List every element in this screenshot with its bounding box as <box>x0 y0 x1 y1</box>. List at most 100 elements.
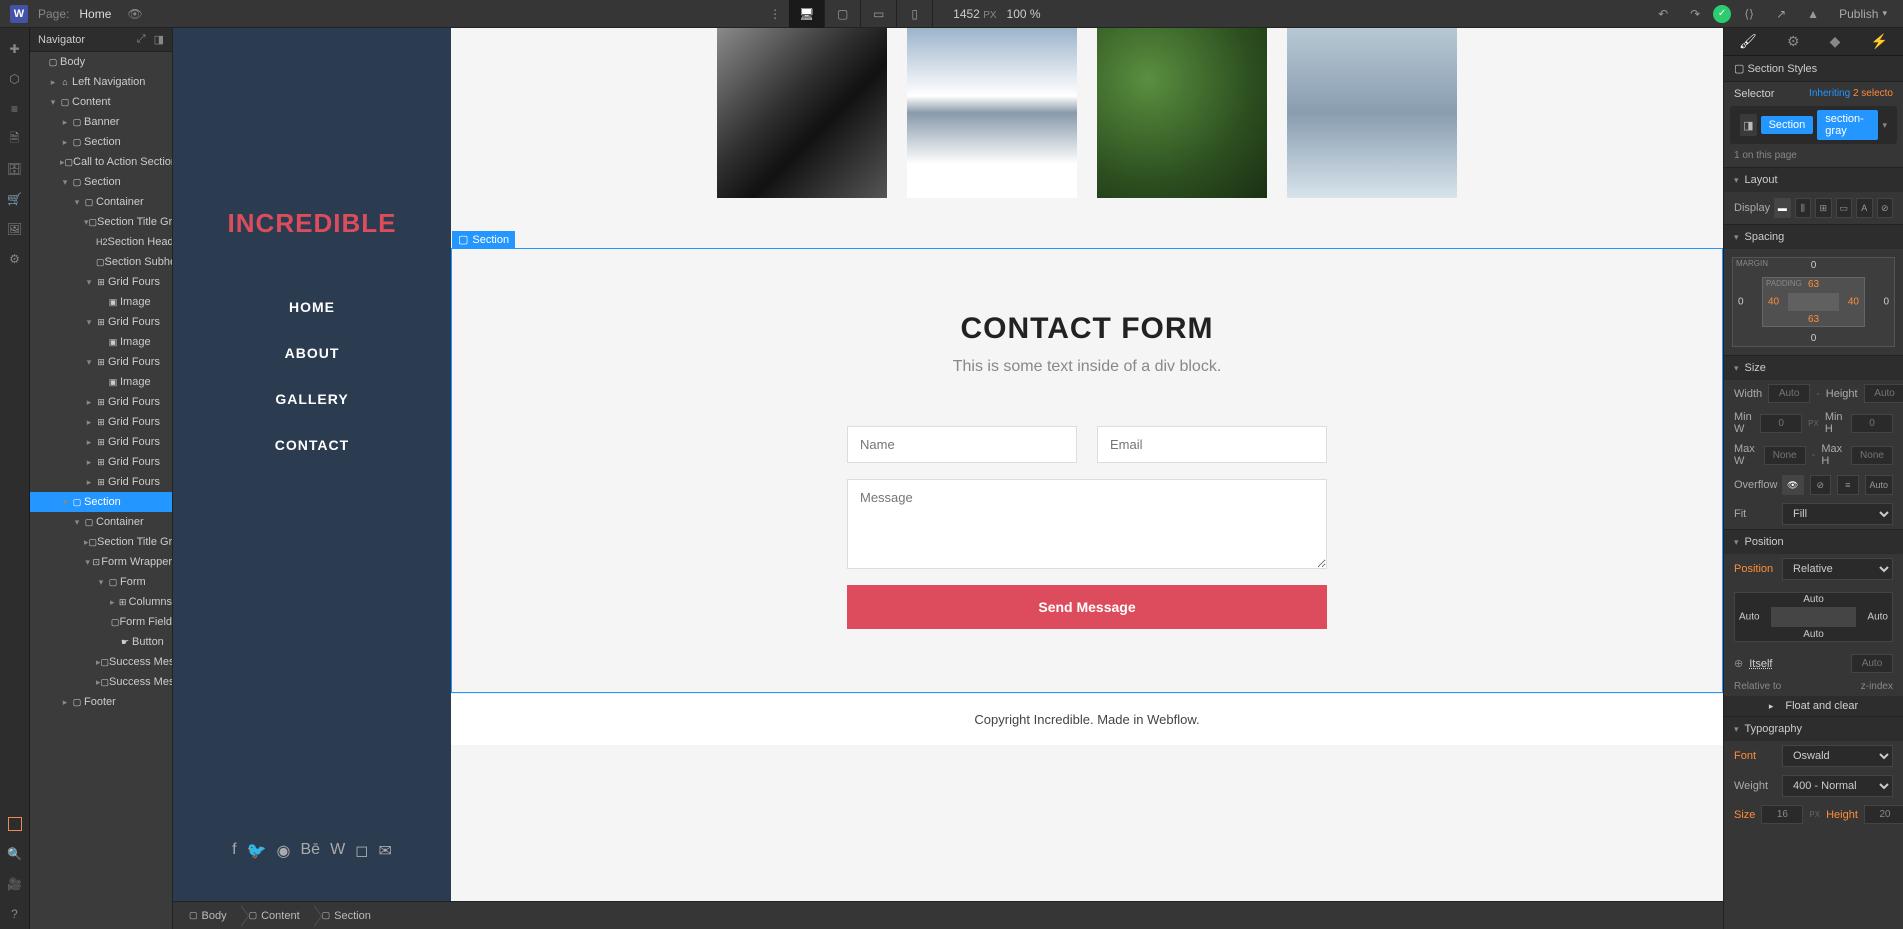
size-accordion[interactable]: Size <box>1724 355 1903 380</box>
behance-icon[interactable]: Bē <box>300 841 320 861</box>
style-manager-tab-icon[interactable]: ◆ <box>1830 33 1841 50</box>
email-icon[interactable]: ✉ <box>378 841 391 861</box>
display-none-icon[interactable]: ⊘ <box>1877 198 1893 218</box>
overflow-visible-icon[interactable]: 👁 <box>1782 475 1804 495</box>
maxw-input[interactable] <box>1764 446 1806 465</box>
display-block-icon[interactable]: ▬ <box>1774 198 1790 218</box>
nav-tree-item[interactable]: ▸⊞ Grid Fours <box>30 432 172 452</box>
device-tablet-icon[interactable]: ▢ <box>825 0 861 28</box>
add-element-icon[interactable]: ✚ <box>0 34 30 64</box>
fontsize-input[interactable] <box>1761 805 1803 824</box>
overflow-hidden-icon[interactable]: ⊘ <box>1810 475 1832 495</box>
nav-tree-item[interactable]: ▸⊞ Columns <box>30 592 172 612</box>
navigator-tree[interactable]: ▢ Body▸⌂ Left Navigation▾▢ Content▸▢ Ban… <box>30 52 172 929</box>
maxh-input[interactable] <box>1851 446 1893 465</box>
collapse-icon[interactable]: ⤢ <box>137 33 146 46</box>
nav-tree-item[interactable]: ▸⊞ Grid Fours <box>30 472 172 492</box>
site-logo[interactable]: INCREDIBLE <box>228 208 397 239</box>
nav-tree-item[interactable]: ▸▢ Success Messag <box>30 652 172 672</box>
display-inline-icon[interactable]: A <box>1856 198 1872 218</box>
nav-tree-item[interactable]: ▸▢ Call to Action Section <box>30 152 172 172</box>
inheriting-label[interactable]: Inheriting 2 selecto <box>1809 88 1893 100</box>
height-input[interactable] <box>1864 384 1903 403</box>
redo-icon[interactable]: ↷ <box>1681 0 1709 28</box>
symbols-icon[interactable]: ⬡ <box>0 64 30 94</box>
nav-tree-item[interactable]: ☛ Button <box>30 632 172 652</box>
more-icon[interactable]: ⋮ <box>761 0 789 28</box>
display-grid-icon[interactable]: ⊞ <box>1815 198 1831 218</box>
typography-accordion[interactable]: Typography <box>1724 716 1903 741</box>
nav-tree-item[interactable]: ▸⌂ Left Navigation <box>30 72 172 92</box>
webflow-logo-icon[interactable]: W <box>10 5 28 23</box>
device-mobile-icon[interactable]: ▯ <box>897 0 933 28</box>
nav-tree-item[interactable]: ▣ Image <box>30 332 172 352</box>
undo-icon[interactable]: ↶ <box>1649 0 1677 28</box>
nav-tree-item[interactable]: ▾▢ Section Title Group <box>30 212 172 232</box>
spacing-editor[interactable]: MARGIN PADDING 0 0 0 0 63 63 40 40 <box>1732 257 1895 347</box>
audit-icon[interactable]: ▲ <box>1799 0 1827 28</box>
chevron-down-icon[interactable]: ▾ <box>1882 120 1887 131</box>
gallery-image[interactable] <box>1097 28 1267 198</box>
webflow-icon[interactable]: W <box>330 841 345 861</box>
device-tablet-landscape-icon[interactable]: ▭ <box>861 0 897 28</box>
nav-tree-item[interactable]: ▸▢ Success Messag <box>30 672 172 692</box>
nav-tree-item[interactable]: ▢ Body <box>30 52 172 72</box>
navigator-icon[interactable]: ≡ <box>0 94 30 124</box>
device-desktop-icon[interactable]: 🖥 <box>789 0 825 28</box>
dribbble-icon[interactable]: ◉ <box>277 841 291 861</box>
gallery-image[interactable] <box>907 28 1077 198</box>
site-menu-item[interactable]: GALLERY <box>275 391 348 407</box>
width-input[interactable] <box>1768 384 1810 403</box>
publish-button[interactable]: Publish ▾ <box>1831 7 1895 21</box>
nav-tree-item[interactable]: ▣ Image <box>30 292 172 312</box>
email-input[interactable] <box>1097 426 1327 463</box>
font-select[interactable]: Oswald <box>1782 745 1893 767</box>
spacing-accordion[interactable]: Spacing <box>1724 224 1903 249</box>
send-message-button[interactable]: Send Message <box>847 585 1327 629</box>
site-menu-item[interactable]: HOME <box>289 299 335 315</box>
nav-tree-item[interactable]: ▾▢ Section <box>30 172 172 192</box>
settings-icon[interactable]: ⚙ <box>0 244 30 274</box>
contact-heading[interactable]: CONTACT FORM <box>492 312 1682 346</box>
zindex-input[interactable] <box>1851 654 1893 673</box>
settings-tab-icon[interactable]: ⚙ <box>1787 33 1800 50</box>
selector-tag[interactable]: section-gray <box>1817 110 1878 140</box>
nav-tree-item[interactable]: ▸⊞ Grid Fours <box>30 392 172 412</box>
gallery-image[interactable] <box>717 28 887 198</box>
section-selection-tag[interactable]: ▢ Section <box>452 231 515 248</box>
lineheight-input[interactable] <box>1864 805 1903 824</box>
assets-icon[interactable]: 🖼 <box>0 214 30 244</box>
video-icon[interactable]: 🎥 <box>0 869 30 899</box>
nav-tree-item[interactable]: ▾▢ Container <box>30 192 172 212</box>
nav-tree-item[interactable]: ▾▢ Section <box>30 492 172 512</box>
twitter-icon[interactable]: 🐦 <box>247 841 267 861</box>
name-input[interactable] <box>847 426 1077 463</box>
breadcrumb-item[interactable]: ▢ Body <box>181 902 241 929</box>
code-icon[interactable]: ⟨⟩ <box>1735 0 1763 28</box>
position-accordion[interactable]: Position <box>1724 529 1903 554</box>
float-clear-toggle[interactable]: ▸Float and clear <box>1724 696 1903 716</box>
instagram-icon[interactable]: ◻ <box>355 841 368 861</box>
minh-input[interactable] <box>1851 414 1893 433</box>
site-menu-item[interactable]: ABOUT <box>285 345 340 361</box>
nav-tree-item[interactable]: ▢ Form Field <box>30 612 172 632</box>
panel-toggle-icon[interactable]: ◨ <box>154 33 164 46</box>
facebook-icon[interactable]: f <box>232 841 236 861</box>
selector-tag[interactable]: Section <box>1761 116 1814 134</box>
breadcrumb-item[interactable]: ▢ Content <box>241 902 314 929</box>
interactions-tab-icon[interactable]: ⚡ <box>1871 33 1888 50</box>
search-icon[interactable]: 🔍 <box>0 839 30 869</box>
display-inlineblock-icon[interactable]: ▭ <box>1836 198 1852 218</box>
cms-icon[interactable]: 🗄 <box>0 154 30 184</box>
nav-tree-item[interactable]: ▸▢ Section <box>30 132 172 152</box>
selected-section[interactable]: ▢ Section CONTACT FORM This is some text… <box>451 248 1723 693</box>
nav-tree-item[interactable]: ▾⊞ Grid Fours <box>30 272 172 292</box>
nav-tree-item[interactable]: ▸▢ Banner <box>30 112 172 132</box>
nav-tree-item[interactable]: ▸⊞ Grid Fours <box>30 412 172 432</box>
ecommerce-icon[interactable]: 🛒 <box>0 184 30 214</box>
nav-tree-item[interactable]: ▾▢ Container <box>30 512 172 532</box>
nav-tree-item[interactable]: H2 Section Heading <box>30 232 172 252</box>
canvas[interactable]: INCREDIBLE HOMEABOUTGALLERYCONTACT f 🐦 ◉… <box>173 28 1723 901</box>
overflow-scroll-icon[interactable]: ≡ <box>1837 475 1859 495</box>
nav-tree-item[interactable]: ▾▢ Content <box>30 92 172 112</box>
